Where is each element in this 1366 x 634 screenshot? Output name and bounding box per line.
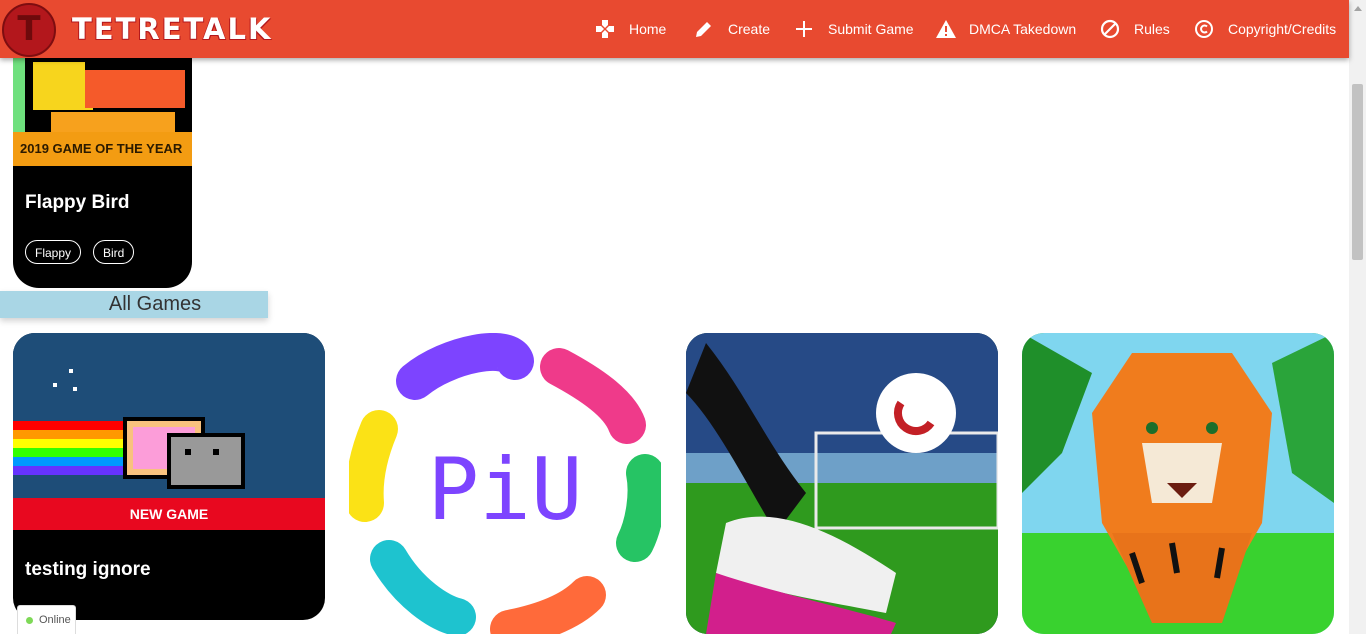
nav-home-label: Home bbox=[629, 21, 667, 37]
logo-letter: T bbox=[17, 9, 41, 49]
nav-copyright-label: Copyright/Credits bbox=[1228, 21, 1337, 37]
scroll-up-icon[interactable] bbox=[1354, 6, 1362, 11]
section-title: All Games bbox=[0, 291, 268, 318]
gamepad-icon bbox=[595, 19, 615, 39]
brand-title[interactable]: TETRETALK bbox=[72, 10, 272, 48]
game-card[interactable]: PiU bbox=[349, 333, 661, 634]
new-game-badge: NEW GAME bbox=[13, 498, 325, 530]
nyan-cat-image bbox=[13, 333, 325, 498]
featured-title: Flappy Bird bbox=[25, 192, 130, 213]
game-card[interactable]: NEW GAME testing ignore bbox=[13, 333, 325, 620]
game-title: testing ignore bbox=[25, 559, 151, 580]
online-status[interactable]: Online bbox=[17, 605, 76, 634]
nav-dmca[interactable]: DMCA Takedown bbox=[935, 17, 1076, 41]
nav-submit-game[interactable]: Submit Game bbox=[794, 17, 914, 41]
logo-icon[interactable]: T bbox=[2, 3, 56, 57]
plus-icon bbox=[794, 19, 814, 39]
nav-home[interactable]: Home bbox=[595, 17, 666, 41]
nav-rules[interactable]: Rules bbox=[1100, 17, 1170, 41]
nav-dmca-label: DMCA Takedown bbox=[969, 21, 1077, 37]
tag-bird[interactable]: Bird bbox=[93, 240, 135, 264]
nav-submit-game-label: Submit Game bbox=[828, 21, 914, 37]
game-card[interactable] bbox=[1022, 333, 1334, 634]
tiger-image bbox=[1022, 333, 1334, 634]
nav-create-label: Create bbox=[728, 21, 771, 37]
scrollbar-thumb[interactable] bbox=[1352, 84, 1363, 260]
nav-rules-label: Rules bbox=[1134, 21, 1170, 37]
nav-copyright[interactable]: Copyright/Credits bbox=[1194, 17, 1336, 41]
ban-icon bbox=[1100, 19, 1120, 39]
pencil-icon bbox=[694, 19, 714, 39]
game-card[interactable] bbox=[686, 333, 998, 634]
featured-badge: 2019 GAME OF THE YEAR bbox=[13, 132, 192, 166]
online-dot-icon bbox=[26, 617, 33, 624]
section-title-text: All Games bbox=[108, 293, 202, 315]
piu-logo-text: PiU bbox=[427, 440, 582, 540]
copyright-icon bbox=[1194, 19, 1214, 39]
online-status-label: Online bbox=[39, 614, 71, 626]
top-navbar: T TETRETALK Home Create Submit Game DMCA… bbox=[0, 0, 1349, 58]
vertical-scrollbar[interactable] bbox=[1349, 0, 1366, 634]
nav-create[interactable]: Create bbox=[694, 17, 770, 41]
tag-flappy[interactable]: Flappy bbox=[25, 240, 82, 264]
soccer-kick-image bbox=[686, 333, 998, 634]
warning-icon bbox=[935, 19, 956, 39]
piu-logo-image: PiU bbox=[349, 333, 661, 634]
